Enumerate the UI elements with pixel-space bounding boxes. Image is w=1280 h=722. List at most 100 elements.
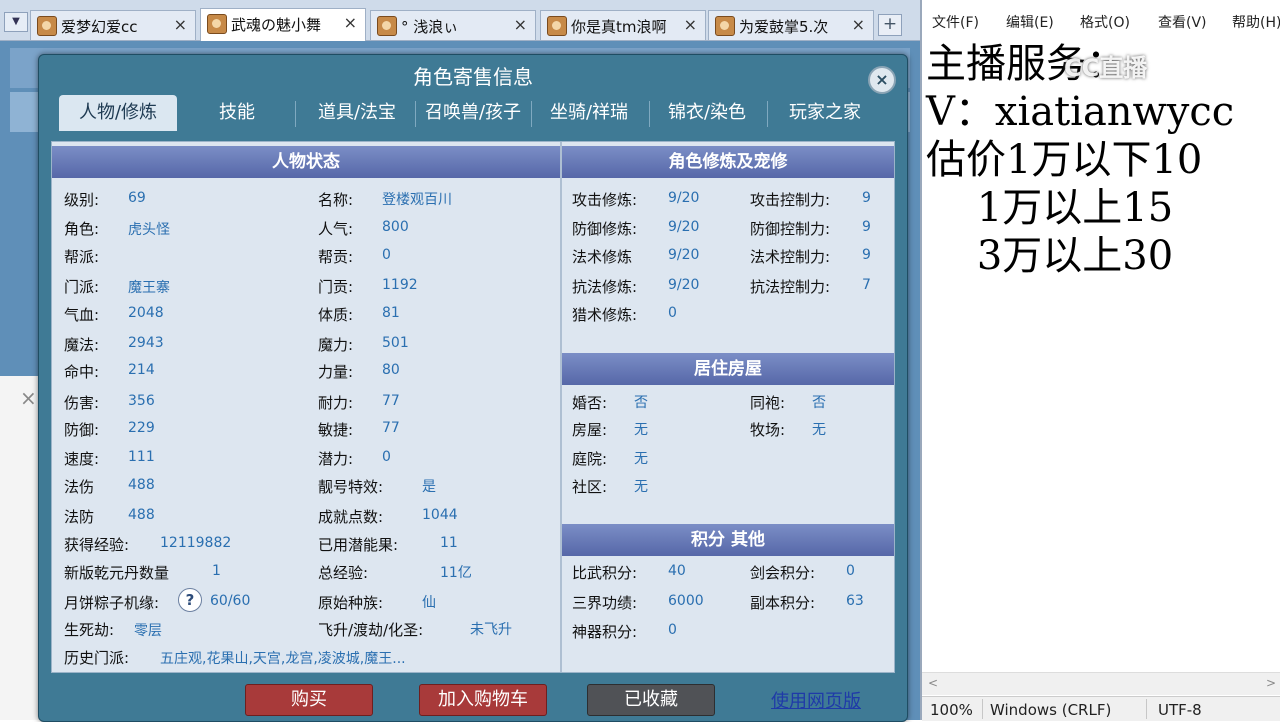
scroll-right-icon[interactable]: > (1266, 676, 1276, 690)
tab-player-home[interactable]: 玩家之家 (769, 95, 881, 131)
add-to-cart-button[interactable]: 加入购物车 (419, 684, 547, 716)
stat-value: 77 (382, 393, 400, 409)
stat-label: 耐力: (318, 394, 354, 412)
menu-file[interactable]: 文件(F) (932, 12, 979, 32)
menu-help[interactable]: 帮助(H) (1232, 12, 1280, 32)
tab-close-icon[interactable]: × (852, 15, 865, 34)
text-line: 3万以上30 (926, 233, 1174, 279)
stat-value: 五庄观,花果山,天宫,龙宫,凌波城,魔王... (160, 651, 406, 667)
tab-summons[interactable]: 召唤兽/孩子 (417, 95, 529, 131)
tab-close-icon[interactable]: × (344, 13, 357, 32)
house-label: 婚否: (572, 394, 608, 412)
score-label: 剑会积分: (750, 564, 816, 582)
browser-tab[interactable]: 你是真tm浪啊 × (540, 10, 706, 40)
tab-items[interactable]: 道具/法宝 (301, 95, 413, 131)
house-label: 牧场: (750, 421, 786, 439)
stat-label: 人气: (318, 220, 354, 238)
stat-value: 60/60 (210, 593, 251, 609)
tab-divider (531, 101, 532, 127)
close-icon[interactable]: × (868, 66, 896, 94)
new-tab-button[interactable]: + (878, 14, 902, 36)
stat-value: 0 (382, 247, 391, 263)
stat-label: 帮派: (64, 248, 100, 266)
browser-tab[interactable]: ° 浅浪ぃ × (370, 10, 536, 40)
tab-skills[interactable]: 技能 (191, 95, 283, 131)
tab-mounts[interactable]: 坐骑/祥瑞 (533, 95, 645, 131)
close-icon[interactable]: × (20, 386, 37, 410)
menu-edit[interactable]: 编辑(E) (1006, 12, 1054, 32)
browser-tab[interactable]: 爱梦幻爱cc × (30, 10, 196, 40)
house-value: 否 (634, 395, 648, 411)
stat-label: 级别: (64, 191, 100, 209)
stat-label: 门贡: (318, 278, 354, 296)
stat-label: 敏捷: (318, 421, 354, 439)
control-value: 9 (862, 219, 871, 235)
stat-value: 2943 (128, 335, 164, 351)
stat-value: 仙 (422, 595, 436, 611)
horizontal-scrollbar[interactable]: < > (922, 672, 1280, 695)
encoding: UTF-8 (1158, 701, 1202, 719)
tab-divider (649, 101, 650, 127)
section-header-cultivation: 角色修炼及宠修 (562, 146, 894, 178)
stat-value: 80 (382, 362, 400, 378)
score-label: 副本积分: (750, 594, 816, 612)
stat-label: 飞升/渡劫/化圣: (318, 621, 424, 639)
stat-label: 帮贡: (318, 248, 354, 266)
stat-value: 229 (128, 420, 155, 436)
tab-title: 为爱鼓掌5.次 (739, 18, 829, 36)
stat-label: 法防 (64, 508, 95, 526)
stat-label: 潜力: (318, 450, 354, 468)
stat-value: 488 (128, 507, 155, 523)
stat-value: 81 (382, 305, 400, 321)
scroll-left-icon[interactable]: < (928, 676, 938, 690)
score-label: 三界功绩: (572, 594, 638, 612)
tab-outfits[interactable]: 锦衣/染色 (651, 95, 763, 131)
browser-tab-active[interactable]: 武魂の魅小舞 × (200, 8, 366, 41)
buy-button[interactable]: 购买 (245, 684, 373, 716)
tab-close-icon[interactable]: × (684, 15, 697, 34)
score-value: 6000 (668, 593, 704, 609)
text-line: 1万以上15 (926, 185, 1174, 231)
avatar-favicon-icon (37, 16, 57, 36)
tab-list-menu-button[interactable]: ▼ (4, 12, 28, 32)
character-info-panel: 人物状态 角色修炼及宠修 居住房屋 积分 其他 级别: 69 角色: 虎头怪 帮… (51, 141, 895, 673)
house-value: 无 (634, 479, 648, 495)
role-sale-dialog: 角色寄售信息 × 人物/修炼 技能 道具/法宝 召唤兽/孩子 坐骑/祥瑞 锦衣/… (38, 54, 908, 722)
tab-title: 武魂の魅小舞 (231, 16, 322, 34)
menu-view[interactable]: 查看(V) (1158, 12, 1207, 32)
stat-value: 214 (128, 362, 155, 378)
menu-format[interactable]: 格式(O) (1080, 12, 1130, 32)
cultivation-label: 猎术修炼: (572, 306, 638, 324)
stat-label: 命中: (64, 363, 100, 381)
stat-value: 1192 (382, 277, 418, 293)
stat-value: 12119882 (160, 535, 232, 551)
stat-label: 魔力: (318, 336, 354, 354)
browser-tab[interactable]: 为爱鼓掌5.次 × (708, 10, 874, 40)
notepad-status-bar: 100% Windows (CRLF) UTF-8 (922, 696, 1280, 721)
stat-label: 历史门派: (64, 649, 130, 667)
tab-title: ° 浅浪ぃ (401, 18, 459, 36)
stat-value: 488 (128, 477, 155, 493)
cultivation-value: 9/20 (668, 247, 700, 263)
favorited-button[interactable]: 已收藏 (587, 684, 715, 716)
house-value: 无 (812, 422, 826, 438)
stat-value: 0 (382, 449, 391, 465)
web-version-link[interactable]: 使用网页版 (771, 687, 861, 713)
help-icon[interactable]: ? (178, 588, 202, 612)
stat-value: 1044 (422, 507, 458, 523)
stat-value: 11亿 (440, 565, 472, 581)
tab-character[interactable]: 人物/修炼 (59, 95, 177, 131)
house-label: 社区: (572, 478, 608, 496)
stat-value: 1 (212, 563, 221, 579)
tab-divider (415, 101, 416, 127)
cultivation-value: 9/20 (668, 190, 700, 206)
tab-close-icon[interactable]: × (174, 15, 187, 34)
stat-value: 魔王寨 (128, 280, 170, 296)
stat-label: 魔法: (64, 336, 100, 354)
section-header-house: 居住房屋 (562, 353, 894, 385)
tab-close-icon[interactable]: × (514, 15, 527, 34)
dialog-title: 角色寄售信息 (413, 65, 533, 89)
avatar-favicon-icon (207, 14, 227, 34)
stream-watermark-logo: CC直播 (1064, 54, 1148, 82)
stat-value: 2048 (128, 305, 164, 321)
